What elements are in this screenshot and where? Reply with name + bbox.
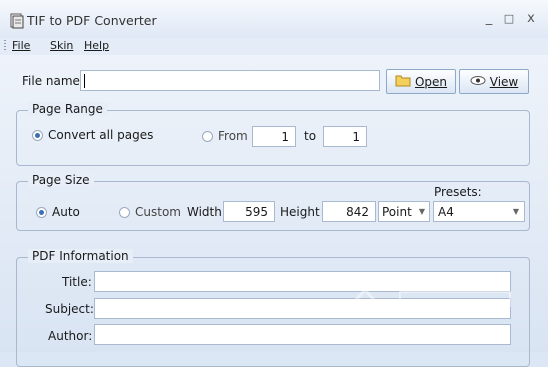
to-page-input[interactable]: 1 [323,126,367,147]
auto-label: Auto [52,205,80,219]
close-button[interactable]: x [524,11,538,26]
to-label: to [304,129,317,143]
auto-radio[interactable] [36,207,47,218]
page-size-legend: Page Size [28,173,94,187]
presets-select[interactable]: A4 ▼ [433,201,525,222]
open-button-label: Open [414,74,448,89]
menu-skin[interactable]: Skin [50,39,73,52]
maximize-button[interactable]: □ [502,12,516,25]
menu-file-label: File [12,39,31,52]
eye-icon [470,75,486,89]
convert-all-radio[interactable] [32,130,43,141]
subject-label: Subject: [45,302,94,316]
menu-skin-label: Skin [50,39,74,52]
custom-label: Custom [135,205,181,219]
folder-icon [395,74,411,90]
file-name-input[interactable] [80,70,380,91]
from-label: From [218,129,248,143]
width-label: Width [187,205,222,219]
view-button[interactable]: View [459,69,529,94]
from-page-input[interactable]: 1 [252,126,296,147]
open-button[interactable]: Open [386,69,456,94]
convert-all-label: Convert all pages [48,128,154,142]
menu-help-label: Help [84,39,110,52]
custom-radio[interactable] [119,207,130,218]
from-radio[interactable] [202,131,213,142]
height-label: Height [280,205,320,219]
view-button-label: View [489,74,519,89]
menu-bar [0,38,548,55]
chevron-down-icon: ▼ [418,207,425,216]
text-cursor [84,74,85,88]
presets-label: Presets: [434,185,482,199]
title-label: Title: [62,275,92,289]
author-input[interactable] [94,324,511,345]
file-name-label: File name: [22,74,84,88]
unit-value: Point [382,205,412,219]
height-input[interactable]: 842 [322,201,376,222]
pdf-information-legend: PDF Information [28,249,133,263]
menu-help[interactable]: Help [84,39,109,52]
minimize-button[interactable]: _ [482,11,496,26]
unit-select[interactable]: Point ▼ [378,201,430,222]
window-title: TIF to PDF Converter [27,13,157,28]
menu-file[interactable]: File [12,39,30,52]
width-input[interactable]: 595 [223,201,275,222]
preset-value: A4 [438,205,454,219]
author-label: Author: [48,329,93,343]
chevron-down-icon: ▼ [512,207,519,216]
watermark-logo [340,282,520,322]
menu-grip [4,40,6,52]
page-range-legend: Page Range [28,102,107,116]
app-icon [10,13,24,29]
